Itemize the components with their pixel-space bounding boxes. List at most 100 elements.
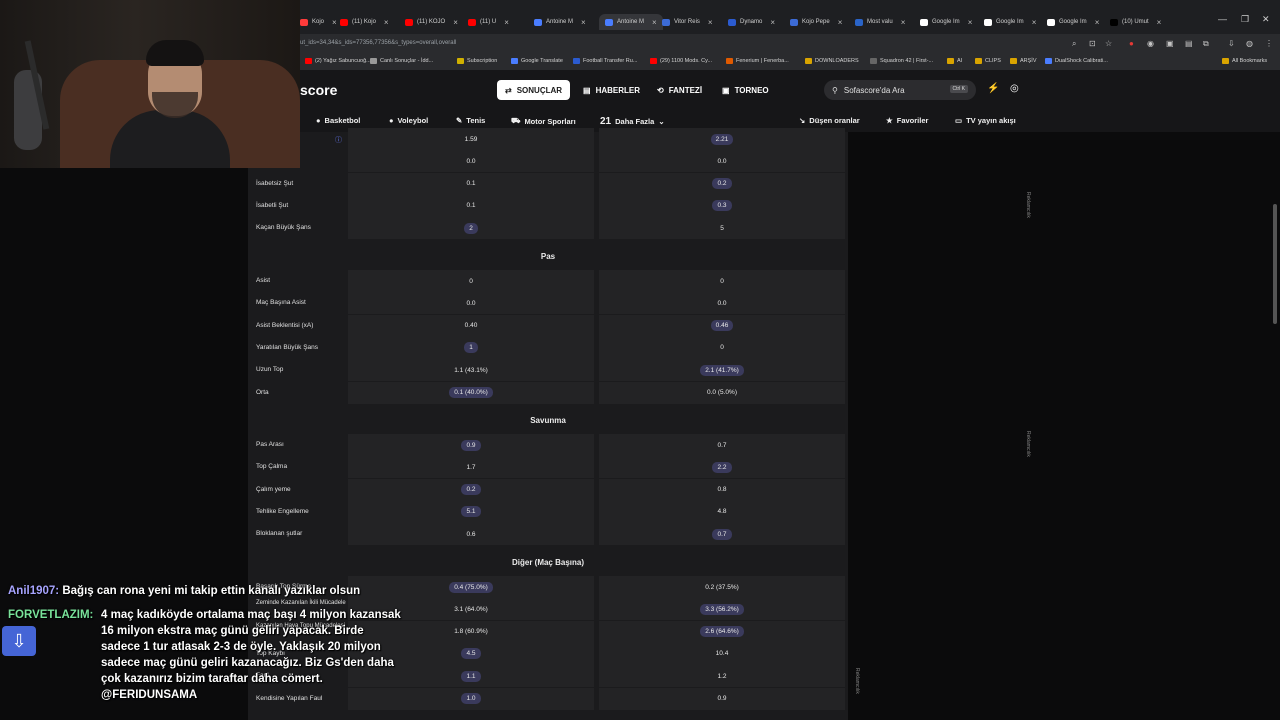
sport-tenis[interactable]: ✎ Tenis bbox=[456, 116, 485, 125]
bookmark-item[interactable]: Squadron 42 | First-... bbox=[870, 58, 933, 64]
close-icon[interactable]: × bbox=[652, 18, 657, 27]
tab-label: Google Im bbox=[932, 19, 960, 25]
browser-tab[interactable]: (10) Umut × bbox=[1110, 14, 1161, 30]
link-favoriler[interactable]: ★ Favoriler bbox=[886, 116, 928, 125]
browser-tab[interactable]: Kojo × bbox=[300, 14, 337, 30]
extension-icon[interactable]: ◉ bbox=[1147, 39, 1154, 48]
close-icon[interactable]: × bbox=[838, 18, 843, 27]
basketball-icon: ● bbox=[316, 116, 321, 125]
download-icon[interactable]: ⇩ bbox=[1228, 39, 1235, 48]
close-icon[interactable]: × bbox=[708, 18, 713, 27]
browser-tab[interactable]: Google Im × bbox=[920, 14, 972, 30]
stat-label: Bloklanan şutlar bbox=[256, 530, 303, 538]
section-title: Savunma bbox=[530, 416, 566, 425]
bookmark-item[interactable]: All Bookmarks bbox=[1222, 58, 1267, 64]
close-icon[interactable]: × bbox=[770, 18, 775, 27]
fantasy-icon: ⟲ bbox=[657, 85, 664, 95]
stat-value-left: 1.59 bbox=[348, 128, 594, 150]
lightning-icon[interactable]: ⚡ bbox=[987, 83, 999, 94]
close-icon[interactable]: × bbox=[384, 18, 389, 27]
close-icon[interactable]: × bbox=[968, 18, 973, 27]
browser-tab[interactable]: (11) KOJO × bbox=[405, 14, 458, 30]
browser-tab[interactable]: (11) U × bbox=[468, 14, 509, 30]
browser-tab[interactable]: Google Im × bbox=[1047, 14, 1099, 30]
close-icon[interactable]: × bbox=[581, 18, 586, 27]
close-window-icon[interactable]: ✕ bbox=[1262, 14, 1270, 25]
nav-fantezi[interactable]: ⟲ FANTEZİ bbox=[657, 80, 702, 100]
bookmark-item[interactable]: CLIPS bbox=[975, 58, 1001, 64]
shortcut-badge: Ctrl K bbox=[949, 85, 968, 93]
extension-icon[interactable]: ● bbox=[1129, 39, 1134, 48]
extension-icon[interactable]: ▤ bbox=[1185, 39, 1193, 48]
chat-message: FORVETLAZIM: 4 maç kadıköyde ortalama maç… bbox=[8, 609, 401, 701]
close-icon[interactable]: × bbox=[1032, 18, 1037, 27]
tab-favicon-icon bbox=[855, 18, 863, 26]
puzzle-icon[interactable]: ⧉ bbox=[1203, 39, 1209, 49]
bookmark-item[interactable]: (29) 1100 Mods. Cy... bbox=[650, 58, 712, 64]
install-icon[interactable]: ⊡ bbox=[1089, 39, 1096, 48]
close-icon[interactable]: × bbox=[901, 18, 906, 27]
stat-label: Top Çalma bbox=[256, 463, 288, 471]
menu-icon[interactable]: ⋮ bbox=[1265, 39, 1273, 48]
tab-favicon-icon bbox=[984, 18, 992, 26]
stat-row: Asist 0 0 bbox=[248, 270, 848, 292]
nav-torneo[interactable]: ▣ TORNEO bbox=[722, 80, 769, 100]
extension-icon[interactable]: ▣ bbox=[1166, 39, 1174, 48]
close-icon[interactable]: × bbox=[332, 18, 337, 27]
bookmark-item[interactable]: AI bbox=[947, 58, 962, 64]
site-logo[interactable]: score bbox=[300, 82, 337, 98]
bookmark-item[interactable]: Subscription bbox=[457, 58, 497, 64]
stat-label: Kaçan Büyük Şans bbox=[256, 224, 311, 232]
more-sports[interactable]: 21 Daha Fazla ⌄ bbox=[600, 116, 665, 127]
browser-tab[interactable]: Most valu × bbox=[855, 14, 905, 30]
url-text[interactable]: ut_ids=34,34&s_ids=77356,77356&s_types=o… bbox=[300, 40, 456, 46]
minimize-icon[interactable]: — bbox=[1218, 14, 1227, 24]
zoom-icon[interactable]: ⌕ bbox=[1072, 39, 1076, 49]
bookmark-item[interactable]: DualShock Calibrati... bbox=[1045, 58, 1108, 64]
chat-message: Anil1907: Bağış can rona yeni mi takip e… bbox=[8, 585, 361, 597]
bookmark-item[interactable]: Football Transfer Ru... bbox=[573, 58, 637, 64]
tab-favicon-icon bbox=[1047, 18, 1055, 26]
trend-down-icon: ↘ bbox=[799, 116, 806, 125]
page-scrollbar[interactable] bbox=[1273, 204, 1277, 324]
browser-tab[interactable]: Dynamo × bbox=[728, 14, 775, 30]
link-tv[interactable]: ▭ TV yayın akışı bbox=[955, 116, 1016, 125]
close-icon[interactable]: × bbox=[504, 18, 509, 27]
user-icon[interactable]: ◎ bbox=[1010, 83, 1019, 94]
stat-value-right: 5 bbox=[599, 217, 845, 240]
info-icon[interactable]: ⓘ bbox=[335, 135, 342, 145]
bookmark-item[interactable]: ARŞİV bbox=[1010, 58, 1037, 64]
star-icon[interactable]: ☆ bbox=[1105, 39, 1112, 48]
folder-icon bbox=[1222, 58, 1229, 64]
stat-value-left: 0.0 bbox=[348, 150, 594, 173]
restore-icon[interactable]: ❐ bbox=[1241, 14, 1249, 25]
profile-icon[interactable]: ◍ bbox=[1246, 39, 1253, 48]
sport-motor[interactable]: ⛟ Motor Sporları bbox=[511, 116, 576, 126]
nav-sonuclar[interactable]: ⇄ SONUÇLAR bbox=[497, 80, 571, 100]
bookmark-item[interactable]: Google Translate bbox=[511, 58, 563, 64]
stat-label: Çalım yeme bbox=[256, 485, 291, 493]
browser-tab[interactable]: Vitor Reis × bbox=[662, 14, 713, 30]
browser-tab[interactable]: Kojo Pepe × bbox=[790, 14, 842, 30]
browser-tab[interactable]: Google Im × bbox=[984, 14, 1036, 30]
browser-tab[interactable]: (11) Kojo × bbox=[340, 14, 389, 30]
bookmark-item[interactable]: Fenerium | Fenerba... bbox=[726, 58, 789, 64]
link-dusen-oranlar[interactable]: ↘ Düşen oranlar bbox=[799, 116, 860, 125]
close-icon[interactable]: × bbox=[453, 18, 458, 27]
bookmark-item[interactable]: DOWNLOADERS bbox=[805, 58, 859, 64]
sport-voleybol[interactable]: ● Voleybol bbox=[389, 116, 428, 125]
stat-value-right: 0.3 bbox=[599, 194, 845, 217]
browser-tab[interactable]: Antoine M × bbox=[599, 14, 663, 30]
sport-basketbol[interactable]: ● Basketbol bbox=[316, 116, 360, 125]
bookmark-item[interactable]: Canlı Sonuçlar - İdd... bbox=[370, 58, 433, 64]
bookmark-item[interactable]: (2) Yağız Sabuncuoğ... bbox=[305, 58, 371, 64]
search-input[interactable]: ⚲ Sofascore'da Ara Ctrl K bbox=[824, 80, 976, 100]
close-icon[interactable]: × bbox=[1095, 18, 1100, 27]
close-icon[interactable]: × bbox=[1157, 18, 1162, 27]
stat-value-right: 0.7 bbox=[599, 523, 845, 546]
browser-tab[interactable]: Antoine M × bbox=[534, 14, 586, 30]
stat-value-right: 0.46 bbox=[599, 314, 845, 337]
nav-haberler[interactable]: ▤ HABERLER bbox=[583, 80, 640, 100]
stat-value-left: 0.1 bbox=[348, 194, 594, 217]
stat-label: Maç Başına Asist bbox=[256, 299, 306, 307]
